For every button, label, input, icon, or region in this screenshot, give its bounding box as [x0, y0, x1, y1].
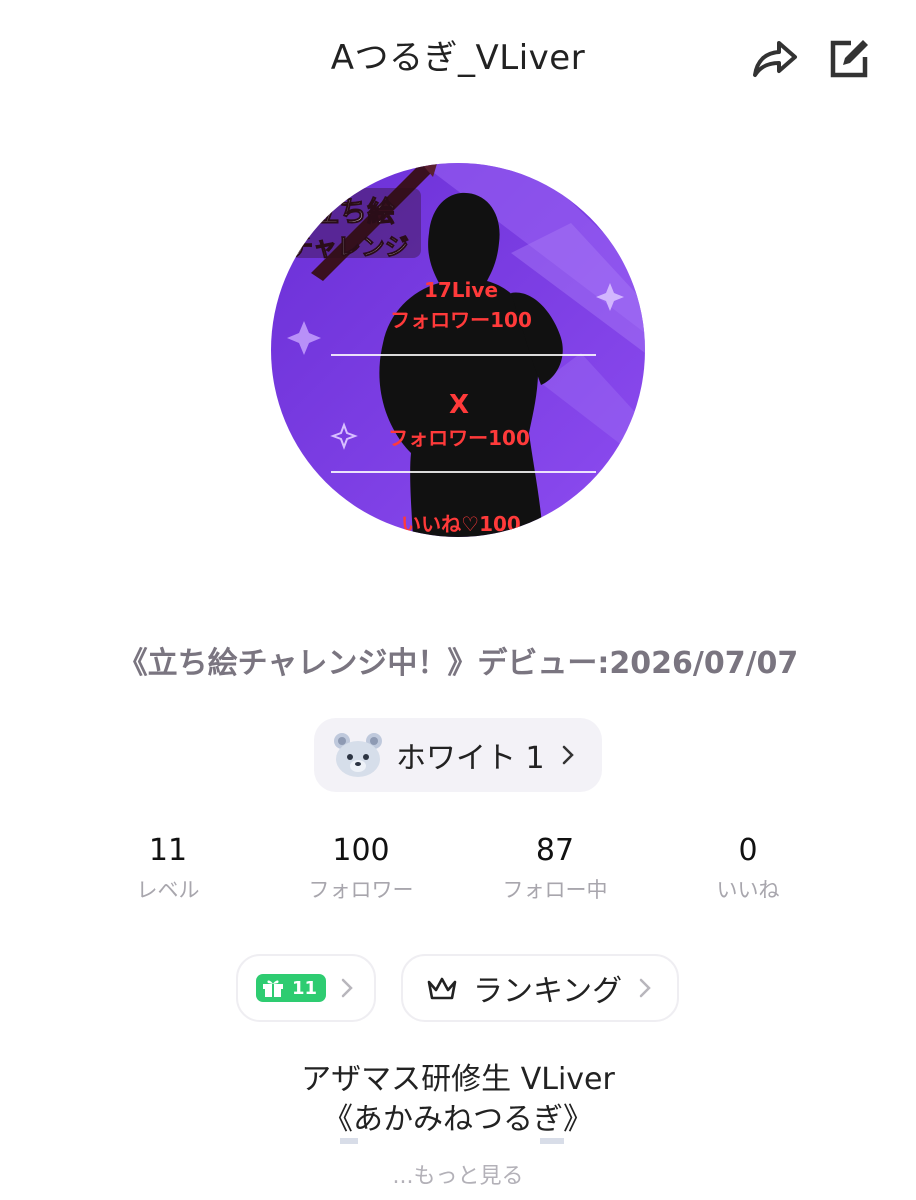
gift-button[interactable]: 11: [236, 954, 376, 1022]
stat-label: レベル: [136, 878, 200, 902]
profile-headline: 《立ち絵チャレンジ中！》デビュー:2026/07/07: [117, 646, 799, 681]
stat-following[interactable]: 87 フォロー中: [455, 832, 655, 904]
ranking-button[interactable]: ランキング: [401, 954, 679, 1022]
chevron-right-icon: [341, 978, 353, 998]
stat-likes[interactable]: 0 いいね: [648, 832, 848, 904]
share-button[interactable]: [748, 32, 802, 86]
stat-value: 87: [535, 833, 575, 868]
chevron-right-icon: [639, 978, 651, 998]
edit-icon: [830, 40, 868, 78]
avatar-line-followers-x: フォロワー100: [388, 426, 530, 450]
stat-followers[interactable]: 100 フォロワー: [261, 832, 461, 904]
share-icon: [753, 41, 797, 77]
stat-value: 0: [738, 833, 758, 868]
stat-value: 11: [148, 833, 188, 868]
profile-bio: アザマス研修生 VLiver 《あかみねつるぎ》: [0, 1060, 916, 1140]
stat-level[interactable]: 11 レベル: [68, 832, 268, 904]
avatar-line-likes: いいね♡100: [401, 512, 521, 536]
show-more-link[interactable]: ...もっと見る: [0, 1158, 916, 1190]
gift-icon: [263, 980, 283, 997]
avatar-line-x: X: [449, 390, 469, 420]
crown-icon: [427, 977, 457, 1000]
avatar-badge-line2: チャレンジ: [289, 233, 409, 261]
bio-truncated-line: [340, 1138, 564, 1144]
avatar-badge-line1: 立ち絵: [311, 195, 395, 228]
edit-button[interactable]: [822, 32, 876, 86]
chevron-right-icon: [562, 745, 574, 765]
gift-badge: 11: [256, 974, 326, 1002]
bio-line-1: アザマス研修生 VLiver: [301, 1062, 615, 1097]
avatar-line-17live: 17Live: [424, 278, 498, 302]
bear-icon: [334, 733, 382, 777]
stats-row: 11 レベル 100 フォロワー 87 フォロー中 0 いいね: [0, 832, 916, 912]
stat-label: フォロー中: [502, 878, 608, 902]
gift-count: 11: [292, 977, 318, 999]
tier-label: ホワイト 1: [396, 741, 545, 776]
avatar-line-followers-17live: フォロワー100: [390, 308, 532, 332]
stat-label: いいね: [716, 878, 780, 902]
stat-label: フォロワー: [308, 878, 414, 902]
bio-line-2: 《あかみねつるぎ》: [323, 1102, 593, 1137]
ranking-label: ランキング: [473, 974, 623, 1009]
stat-value: 100: [332, 833, 390, 868]
tier-button[interactable]: ホワイト 1: [314, 718, 602, 792]
avatar[interactable]: 立ち絵 チャレンジ 17Live フォロワー100 X フォロワー100 いいね…: [271, 163, 645, 537]
